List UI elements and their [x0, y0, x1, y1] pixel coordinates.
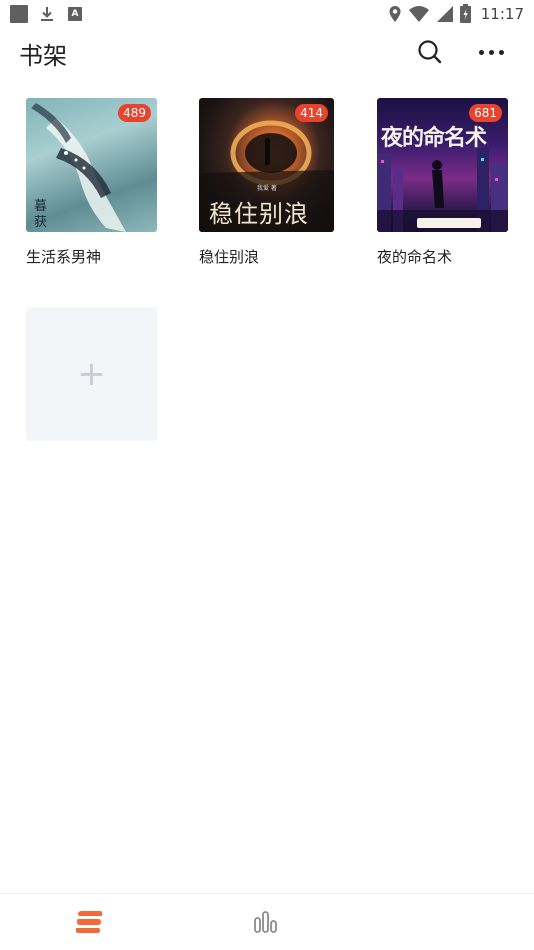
- a-icon: A: [68, 7, 82, 21]
- book-item[interactable]: 暮 获 489 生活系男神: [26, 98, 161, 266]
- unread-badge: 681: [469, 104, 502, 122]
- book-cover-title: 夜的命名术: [381, 126, 487, 151]
- tab-discover[interactable]: [252, 910, 280, 934]
- battery-icon: [459, 4, 471, 23]
- book-cover-title: 稳住别浪: [209, 200, 309, 228]
- add-book-button[interactable]: +: [26, 307, 157, 441]
- book-title: 稳住别浪: [199, 248, 260, 266]
- search-icon: [418, 40, 442, 64]
- signal-icon: [436, 5, 453, 22]
- unread-badge: 414: [295, 104, 328, 122]
- search-button[interactable]: [416, 38, 444, 66]
- page-title: 书架: [19, 42, 67, 70]
- more-button[interactable]: [474, 38, 508, 66]
- svg-text:暮: 暮: [34, 199, 47, 214]
- book-item[interactable]: 夜的命名术 681 夜的命名术: [377, 98, 512, 266]
- svg-text:获: 获: [34, 215, 47, 230]
- status-left: A: [10, 5, 82, 23]
- app-header: 书架: [0, 28, 534, 76]
- book-cover[interactable]: 暮 获 489: [26, 98, 157, 232]
- tab-shelf[interactable]: [74, 908, 104, 936]
- status-bar: A 11:17: [0, 0, 534, 28]
- status-right: 11:17: [388, 4, 524, 23]
- book-item[interactable]: 我爱 著 稳住别浪 414 稳住别浪: [199, 98, 334, 266]
- bottom-tab-bar: [0, 893, 534, 950]
- svg-text:我爱 著: 我爱 著: [257, 184, 277, 192]
- shelf-icon: [76, 911, 102, 933]
- location-icon: [389, 5, 401, 22]
- more-icon-dot: [488, 49, 494, 55]
- discover-icon: [254, 911, 277, 933]
- wifi-icon: [408, 5, 429, 22]
- status-time: 11:17: [480, 4, 524, 23]
- more-icon-dot: [478, 49, 484, 55]
- book-cover[interactable]: 我爱 著 稳住别浪 414: [199, 98, 334, 232]
- book-title: 生活系男神: [26, 248, 102, 266]
- download-icon: [41, 7, 53, 21]
- book-title: 夜的命名术: [377, 248, 453, 266]
- more-icon-dot: [498, 49, 504, 55]
- notification-square-icon: [10, 5, 28, 23]
- plus-icon: +: [77, 354, 106, 394]
- unread-badge: 489: [118, 104, 151, 122]
- book-cover[interactable]: 夜的命名术 681: [377, 98, 508, 232]
